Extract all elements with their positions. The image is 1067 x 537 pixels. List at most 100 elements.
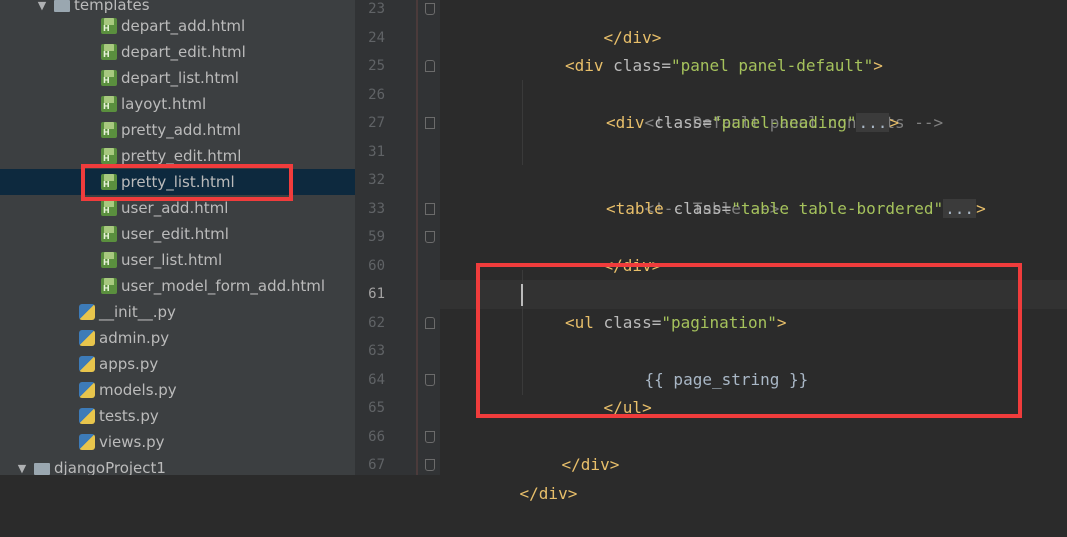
line-number: 67 [368,457,385,473]
tree-item-label: layoyt.html [121,95,207,113]
html-file-icon [101,70,117,86]
indent-guide [522,80,523,165]
highlight-box-code [476,263,1022,418]
html-file-icon [101,18,117,34]
html-attr-value: "panel-heading" [711,113,857,132]
python-file-icon [79,304,95,320]
html-file-icon [101,252,117,268]
tree-file[interactable]: apps.py [0,351,355,377]
tree-file[interactable]: models.py [0,377,355,403]
fold-marker-icon[interactable] [425,203,435,215]
tree-file[interactable]: depart_add.html [0,13,355,39]
folded-code-placeholder[interactable]: ... [856,113,890,132]
fold-marker-icon[interactable] [425,60,435,72]
code-line: <div class="panel-heading"... > [606,109,899,138]
line-number: 64 [368,371,385,388]
tree-item-label: admin.py [99,329,170,347]
code-line: <table class="table table-bordered"... > [606,195,986,224]
code-line: <!-- Table --> [606,166,780,218]
line-number: 63 [368,343,385,359]
python-file-icon [79,356,95,372]
tree-item-label: views.py [99,433,165,451]
python-file-icon [79,434,95,450]
line-number: 62 [368,314,385,331]
line-number: 25 [368,58,385,74]
html-file-icon [101,148,117,164]
fold-marker-icon[interactable] [425,317,435,329]
chevron-down-icon: ▼ [17,461,27,475]
tree-file[interactable]: views.py [0,429,355,455]
html-file-icon [101,96,117,112]
tree-item-label: user_list.html [121,251,223,269]
editor-divider [416,0,418,475]
tree-file[interactable]: user_edit.html [0,221,355,247]
html-file-icon [101,278,117,294]
line-number-current: 61 [368,286,385,302]
line-number: 59 [368,229,385,245]
tree-file[interactable]: depart_edit.html [0,39,355,65]
html-file-icon [101,44,117,60]
line-number: 60 [368,257,385,274]
tree-item-label: user_edit.html [121,225,229,243]
tree-item-label: tests.py [99,407,159,425]
fold-marker-icon[interactable] [425,459,435,471]
tree-file[interactable]: pretty_add.html [0,117,355,143]
project-tree: ▼ templates depart_add.html depart_edit.… [0,0,355,475]
fold-marker-icon[interactable] [425,431,435,443]
python-file-icon [79,382,95,398]
folded-code-placeholder[interactable]: ... [943,198,977,218]
fold-marker-icon[interactable] [425,374,435,386]
tree-file[interactable]: admin.py [0,325,355,351]
tree-file[interactable]: user_model_form_add.html [0,273,355,299]
folder-icon [34,463,50,475]
html-tag: > [873,56,883,75]
tree-item-label: __init__.py [99,303,176,321]
html-attr: class= [654,113,712,132]
line-number: 26 [368,86,385,103]
line-number: 27 [368,115,385,131]
line-number: 32 [368,172,385,188]
folder-icon [54,0,70,12]
html-tag: > [889,113,900,132]
tree-item-label: djangoProject1 [54,459,166,475]
html-file-icon [101,122,117,138]
tree-item-label: depart_list.html [121,69,239,87]
python-file-icon [79,408,95,424]
html-tag: <div [565,56,614,75]
tree-file[interactable]: layoyt.html [0,91,355,117]
html-tag: > [976,198,986,218]
line-number-gutter: 23 24 25 26 27 31 32 33 59 60 61 62 63 6… [355,0,440,475]
fold-marker-icon[interactable] [425,3,435,15]
fold-marker-icon[interactable] [425,231,435,243]
line-number: 24 [368,29,385,46]
code-line: <div class="panel panel-default"> [565,52,883,81]
html-tag: <div [606,113,655,132]
tree-item-label: user_add.html [121,199,229,217]
html-file-icon [101,200,117,216]
code-line: </div> [523,423,620,474]
tree-file[interactable]: user_list.html [0,247,355,273]
tree-item-label: templates [74,0,150,14]
html-tag: <table [606,198,674,218]
html-attr-value: "panel panel-default" [670,56,874,75]
code-line: </div> [565,0,662,47]
line-number: 31 [368,143,385,160]
tree-file[interactable]: depart_list.html [0,65,355,91]
fold-marker-icon[interactable] [425,117,435,129]
line-number: 23 [368,1,385,17]
tree-item-label: pretty_add.html [121,121,241,139]
tree-file[interactable]: __init__.py [0,299,355,325]
tree-item-label: models.py [99,381,177,399]
tree-item-label: user_model_form_add.html [121,277,326,295]
code-line: </div> [481,451,578,503]
highlight-box-file [81,164,293,201]
tree-file[interactable]: tests.py [0,403,355,429]
python-file-icon [79,330,95,346]
chevron-down-icon: ▼ [37,0,47,12]
code-line: </div> [565,223,662,275]
tree-item-label: apps.py [99,355,159,373]
line-number: 65 [368,400,385,416]
html-tag: </div> [603,27,662,47]
tree-folder-project[interactable]: ▼ djangoProject1 [0,455,355,475]
line-number: 66 [368,428,385,445]
